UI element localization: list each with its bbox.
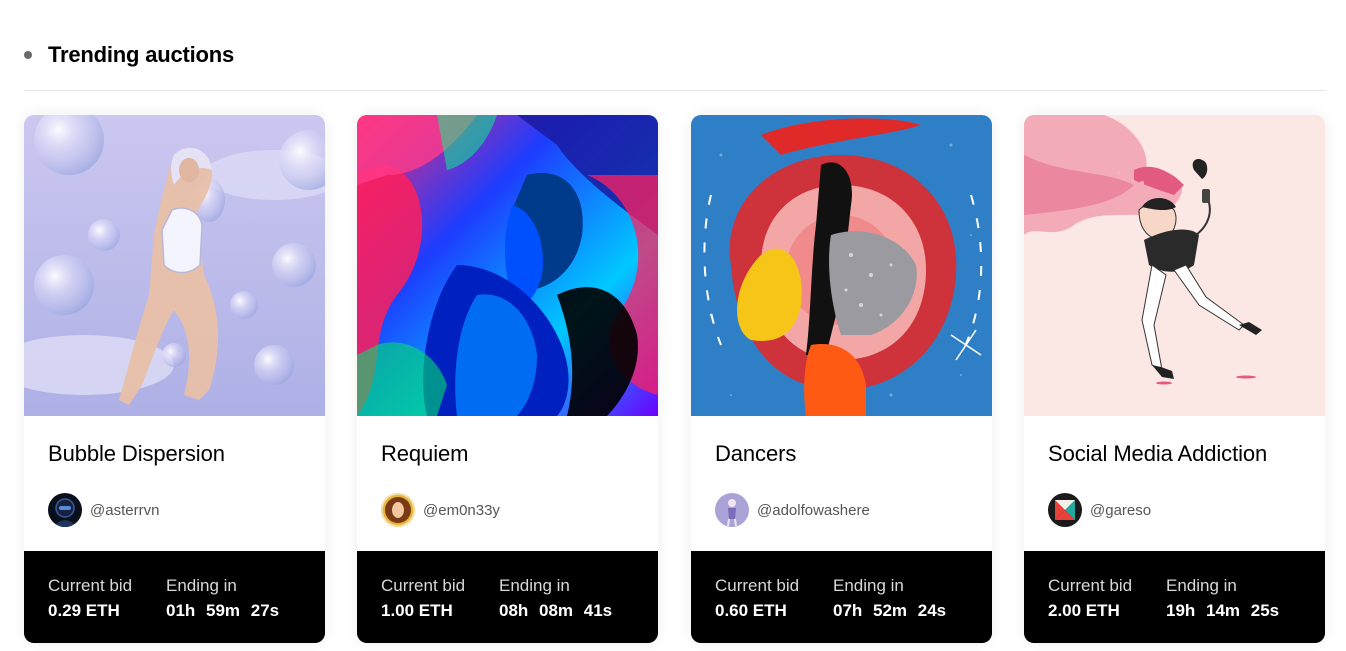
creator-handle: @adolfowashere bbox=[757, 501, 870, 519]
creator-link[interactable]: @asterrvn bbox=[48, 493, 159, 527]
auction-card[interactable]: Dancers @adolfowashere Current bid 0.60 … bbox=[691, 115, 992, 643]
auction-card[interactable]: Requiem @em0n33y Current bid 1.00 ETH En… bbox=[357, 115, 658, 643]
creator-handle: @gareso bbox=[1090, 501, 1152, 519]
ending-in-label: Ending in bbox=[1166, 576, 1237, 595]
artwork-title[interactable]: Requiem bbox=[381, 441, 468, 467]
creator-avatar bbox=[1048, 493, 1082, 527]
artwork-title[interactable]: Dancers bbox=[715, 441, 796, 467]
divider bbox=[24, 90, 1326, 91]
current-bid-label: Current bid bbox=[1048, 576, 1133, 595]
countdown-timer: 08h 08m 41s bbox=[499, 601, 613, 620]
current-bid-value: 0.60 ETH bbox=[715, 601, 787, 620]
current-bid-label: Current bid bbox=[715, 576, 800, 595]
creator-avatar bbox=[48, 493, 82, 527]
current-bid-value: 2.00 ETH bbox=[1048, 601, 1120, 620]
artwork-title[interactable]: Bubble Dispersion bbox=[48, 441, 225, 467]
auction-info: Current bid 1.00 ETH Ending in 08h 08m 4… bbox=[357, 551, 658, 643]
auction-info: Current bid 2.00 ETH Ending in 19h 14m 2… bbox=[1024, 551, 1325, 643]
creator-link[interactable]: @gareso bbox=[1048, 493, 1151, 527]
ending-in-label: Ending in bbox=[166, 576, 237, 595]
bullet-icon bbox=[24, 51, 32, 59]
countdown-timer: 19h 14m 25s bbox=[1166, 601, 1280, 620]
auction-card[interactable]: Bubble Dispersion @asterrvn Current bid … bbox=[24, 115, 325, 643]
ending-in-label: Ending in bbox=[499, 576, 570, 595]
creator-handle: @asterrvn bbox=[90, 501, 160, 519]
auction-info: Current bid 0.29 ETH Ending in 01h 59m 2… bbox=[24, 551, 325, 643]
auction-card[interactable]: Social Media Addiction @gareso Current b… bbox=[1024, 115, 1325, 643]
creator-avatar bbox=[715, 493, 749, 527]
auction-cards: Bubble Dispersion @asterrvn Current bid … bbox=[24, 115, 1326, 643]
creator-link[interactable]: @adolfowashere bbox=[715, 493, 870, 527]
creator-avatar bbox=[381, 493, 415, 527]
current-bid-label: Current bid bbox=[48, 576, 133, 595]
artwork-image[interactable] bbox=[24, 115, 325, 416]
current-bid-label: Current bid bbox=[381, 576, 466, 595]
artwork-title[interactable]: Social Media Addiction bbox=[1048, 441, 1267, 467]
current-bid-value: 0.29 ETH bbox=[48, 601, 120, 620]
artwork-image[interactable] bbox=[357, 115, 658, 416]
current-bid-value: 1.00 ETH bbox=[381, 601, 453, 620]
creator-handle: @em0n33y bbox=[423, 501, 500, 519]
countdown-timer: 01h 59m 27s bbox=[166, 601, 280, 620]
creator-link[interactable]: @em0n33y bbox=[381, 493, 500, 527]
section-title: Trending auctions bbox=[48, 42, 235, 67]
section-header: Trending auctions bbox=[24, 38, 234, 72]
artwork-image[interactable] bbox=[1024, 115, 1325, 416]
artwork-image[interactable] bbox=[691, 115, 992, 416]
auction-info: Current bid 0.60 ETH Ending in 07h 52m 2… bbox=[691, 551, 992, 643]
countdown-timer: 07h 52m 24s bbox=[833, 601, 947, 620]
ending-in-label: Ending in bbox=[833, 576, 904, 595]
